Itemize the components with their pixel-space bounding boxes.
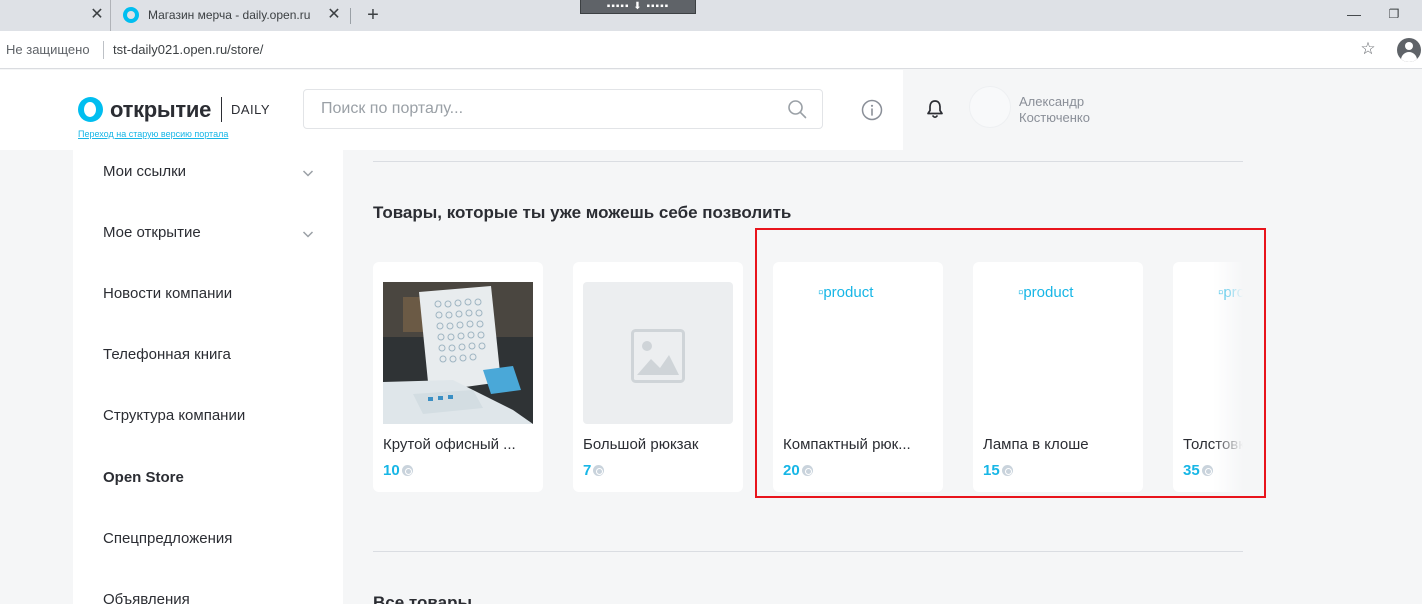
search-input[interactable]: [305, 91, 765, 127]
product-price: 7: [583, 462, 605, 479]
browser-profile-icon[interactable]: [1397, 38, 1421, 62]
brand-logo-text[interactable]: открытие: [110, 97, 211, 123]
brand-logo-icon[interactable]: [78, 97, 103, 122]
browser-tab-inactive[interactable]: ✕: [0, 0, 110, 31]
sidebar-item-my-links[interactable]: Мои ссылки: [103, 160, 323, 184]
section-title: Товары, которые ты уже можешь себе позво…: [373, 203, 792, 222]
image-placeholder-icon: [631, 329, 685, 383]
tab-divider: [350, 8, 351, 24]
bookmark-star-icon[interactable]: ☆: [1358, 39, 1378, 59]
price-value: 10: [383, 462, 400, 479]
next-section-title: Все товары: [373, 593, 472, 604]
search-icon[interactable]: [787, 99, 807, 119]
minimize-window-button[interactable]: —: [1344, 4, 1364, 24]
security-indicator[interactable]: Не защищено: [6, 42, 90, 57]
chevron-down-icon[interactable]: [302, 228, 314, 240]
user-name[interactable]: Александр Костюченко: [1019, 94, 1139, 126]
sidebar-item-company-news[interactable]: Новости компании: [103, 282, 323, 306]
sidebar-item-my-otkritie[interactable]: Мое открытие: [103, 221, 323, 245]
tab-title: Магазин мерча - daily.open.ru: [148, 8, 311, 22]
sidebar-item-open-store[interactable]: Open Store: [103, 466, 323, 490]
highlight-annotation: [755, 228, 1266, 498]
section-divider: [373, 551, 1243, 552]
url-field[interactable]: tst-daily021.open.ru/store/: [113, 42, 263, 57]
site-favicon-icon: [123, 7, 139, 23]
product-card[interactable]: Большой рюкзак 7: [573, 262, 743, 492]
bell-icon[interactable]: [924, 98, 946, 120]
browser-tabbar: ✕ Магазин мерча - daily.open.ru ✕ + ▪▪▪▪…: [0, 0, 1422, 31]
product-image-placeholder[interactable]: [583, 282, 733, 424]
coin-icon: [401, 465, 413, 476]
sidebar-item-company-structure[interactable]: Структура компании: [103, 404, 323, 428]
carousel-clip: [1243, 240, 1422, 530]
info-icon[interactable]: [861, 99, 883, 121]
product-name[interactable]: Большой рюкзак: [583, 436, 733, 453]
logo-divider: [221, 97, 222, 122]
product-image[interactable]: [383, 282, 533, 424]
new-tab-button[interactable]: +: [362, 4, 384, 26]
sidebar: Мои ссылки Мое открытие Новости компании…: [73, 150, 343, 604]
address-divider: [103, 41, 104, 59]
coin-icon: [593, 465, 605, 476]
price-value: 7: [583, 462, 592, 479]
sidebar-item-phone-book[interactable]: Телефонная книга: [103, 343, 323, 367]
close-tab-icon[interactable]: ✕: [88, 6, 106, 24]
avatar[interactable]: [969, 86, 1011, 128]
brand-logo-suffix[interactable]: DAILY: [231, 102, 270, 117]
section-divider: [373, 161, 1243, 162]
search-box: [303, 89, 823, 129]
old-portal-link[interactable]: Переход на старую версию портала: [78, 129, 228, 139]
browser-tab-active[interactable]: Магазин мерча - daily.open.ru ✕: [110, 0, 350, 31]
remote-session-bar[interactable]: ▪▪▪▪▪ ⬇ ▪▪▪▪▪: [580, 0, 696, 14]
address-bar: Не защищено tst-daily021.open.ru/store/ …: [0, 31, 1422, 69]
sidebar-item-announcements[interactable]: Объявления: [103, 588, 323, 604]
product-price: 10: [383, 462, 413, 479]
close-tab-icon[interactable]: ✕: [325, 6, 343, 24]
chevron-down-icon[interactable]: [302, 167, 314, 179]
product-name[interactable]: Крутой офисный ...: [383, 436, 533, 453]
product-card[interactable]: Крутой офисный ... 10: [373, 262, 543, 492]
sidebar-item-special-offers[interactable]: Спецпредложения: [103, 527, 323, 551]
restore-window-button[interactable]: ❐: [1384, 4, 1404, 24]
